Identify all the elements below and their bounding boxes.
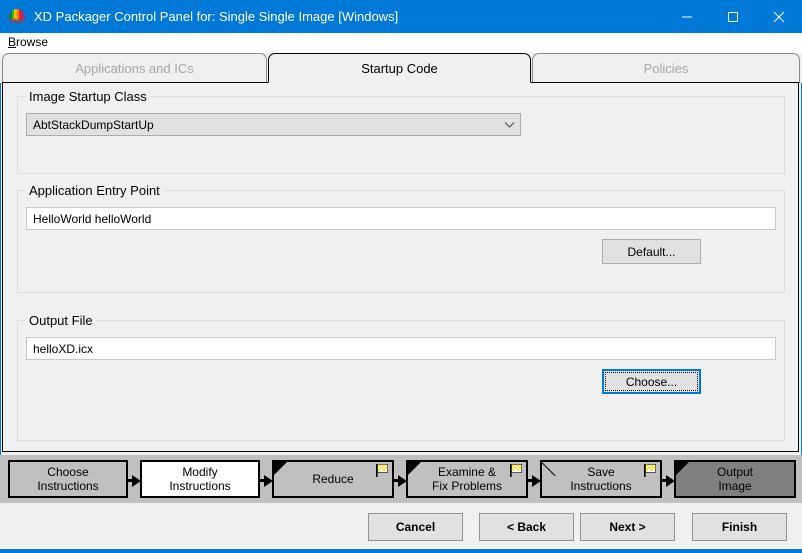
maximize-icon[interactable] — [710, 0, 756, 33]
wizard-step-save-instructions[interactable]: Save Instructions — [540, 460, 662, 498]
corner-marker — [676, 462, 689, 475]
back-button[interactable]: < Back — [479, 513, 574, 541]
close-icon[interactable] — [756, 0, 802, 33]
output-file-value: helloXD.icx — [27, 342, 93, 356]
next-button-label: Next > — [609, 520, 645, 534]
title-bar: VAST XD Packager Control Panel for: Sing… — [0, 0, 802, 33]
group-title: Output File — [25, 313, 97, 328]
startup-class-combobox[interactable]: AbtStackDumpStartUp — [26, 113, 521, 136]
minimize-icon[interactable] — [664, 0, 710, 33]
group-title: Application Entry Point — [25, 183, 164, 198]
wizard-step-output-image: Output Image — [674, 460, 796, 498]
wizard-step-line1: Examine & — [432, 465, 502, 479]
checkered-flag-icon — [643, 463, 658, 478]
next-button[interactable]: Next > — [580, 513, 675, 541]
entry-point-input[interactable]: HelloWorld helloWorld — [26, 207, 776, 230]
cancel-button[interactable]: Cancel — [368, 513, 463, 541]
menu-item-browse[interactable]: Browse — [8, 35, 48, 49]
corner-marker — [408, 462, 421, 475]
tab-policies[interactable]: Policies — [532, 53, 800, 83]
back-button-label: < Back — [507, 520, 546, 534]
startup-class-value: AbtStackDumpStartUp — [27, 118, 498, 132]
window-controls — [664, 0, 802, 33]
chevron-down-icon — [498, 121, 520, 129]
window-title: XD Packager Control Panel for: Single Si… — [34, 0, 664, 33]
wizard-step-line2: Instructions — [169, 479, 230, 493]
wizard-step-line2: Fix Problems — [432, 479, 502, 493]
tab-startup-code[interactable]: Startup Code — [268, 53, 531, 83]
tab-label: Applications and ICs — [75, 61, 194, 76]
app-window: VAST XD Packager Control Panel for: Sing… — [0, 0, 802, 553]
finish-button-label: Finish — [722, 520, 757, 534]
group-image-startup-class: Image Startup Class AbtStackDumpStartUp — [17, 89, 785, 174]
corner-marker — [274, 462, 287, 475]
wizard-step-line1: Output — [717, 465, 753, 479]
wizard-step-line2: Image — [717, 479, 753, 493]
checkered-flag-icon — [375, 463, 390, 478]
output-file-input[interactable]: helloXD.icx — [26, 337, 776, 360]
wizard-step-line1: Modify — [169, 465, 230, 479]
wizard-step-line1: Reduce — [312, 472, 353, 486]
wizard-step-examine-fix-problems[interactable]: Examine & Fix Problems — [406, 460, 528, 498]
wizard-step-reduce[interactable]: Reduce — [272, 460, 394, 498]
navigation-button-bar: Cancel < Back Next > Finish — [0, 503, 802, 549]
choose-button-label: Choose... — [626, 375, 677, 389]
vast-icon-label: VAST — [8, 19, 26, 26]
menu-bar: Browse — [0, 33, 802, 53]
default-button-label: Default... — [627, 245, 675, 259]
entry-point-value: HelloWorld helloWorld — [27, 212, 151, 226]
wizard-step-line1: Save — [570, 465, 631, 479]
tab-strip: Applications and ICs Startup Code Polici… — [0, 53, 802, 83]
tab-applications-and-ics[interactable]: Applications and ICs — [2, 53, 267, 83]
checkered-flag-icon — [509, 463, 524, 478]
window-bottom-border — [0, 549, 802, 553]
wizard-step-line2: Instructions — [570, 479, 631, 493]
finish-button[interactable]: Finish — [692, 513, 787, 541]
cancel-button-label: Cancel — [396, 520, 435, 534]
vast-dome-icon: VAST — [8, 8, 26, 26]
choose-button[interactable]: Choose... — [602, 369, 701, 394]
group-application-entry-point: Application Entry Point HelloWorld hello… — [17, 183, 785, 293]
default-button[interactable]: Default... — [602, 239, 701, 264]
wizard-step-line1: Choose — [37, 465, 98, 479]
wizard-step-modify-instructions[interactable]: Modify Instructions — [140, 460, 260, 498]
tab-label: Startup Code — [361, 61, 438, 76]
wizard-step-choose-instructions[interactable]: Choose Instructions — [8, 460, 128, 498]
group-output-file: Output File helloXD.icx Choose... — [17, 313, 785, 441]
tab-label: Policies — [644, 61, 689, 76]
wizard-step-strip: Choose Instructions Modify Instructions — [0, 455, 802, 503]
wizard-step-line2: Instructions — [37, 479, 98, 493]
group-title: Image Startup Class — [25, 89, 151, 104]
corner-marker — [542, 462, 558, 478]
tab-content-panel: Image Startup Class AbtStackDumpStartUp … — [2, 82, 799, 452]
